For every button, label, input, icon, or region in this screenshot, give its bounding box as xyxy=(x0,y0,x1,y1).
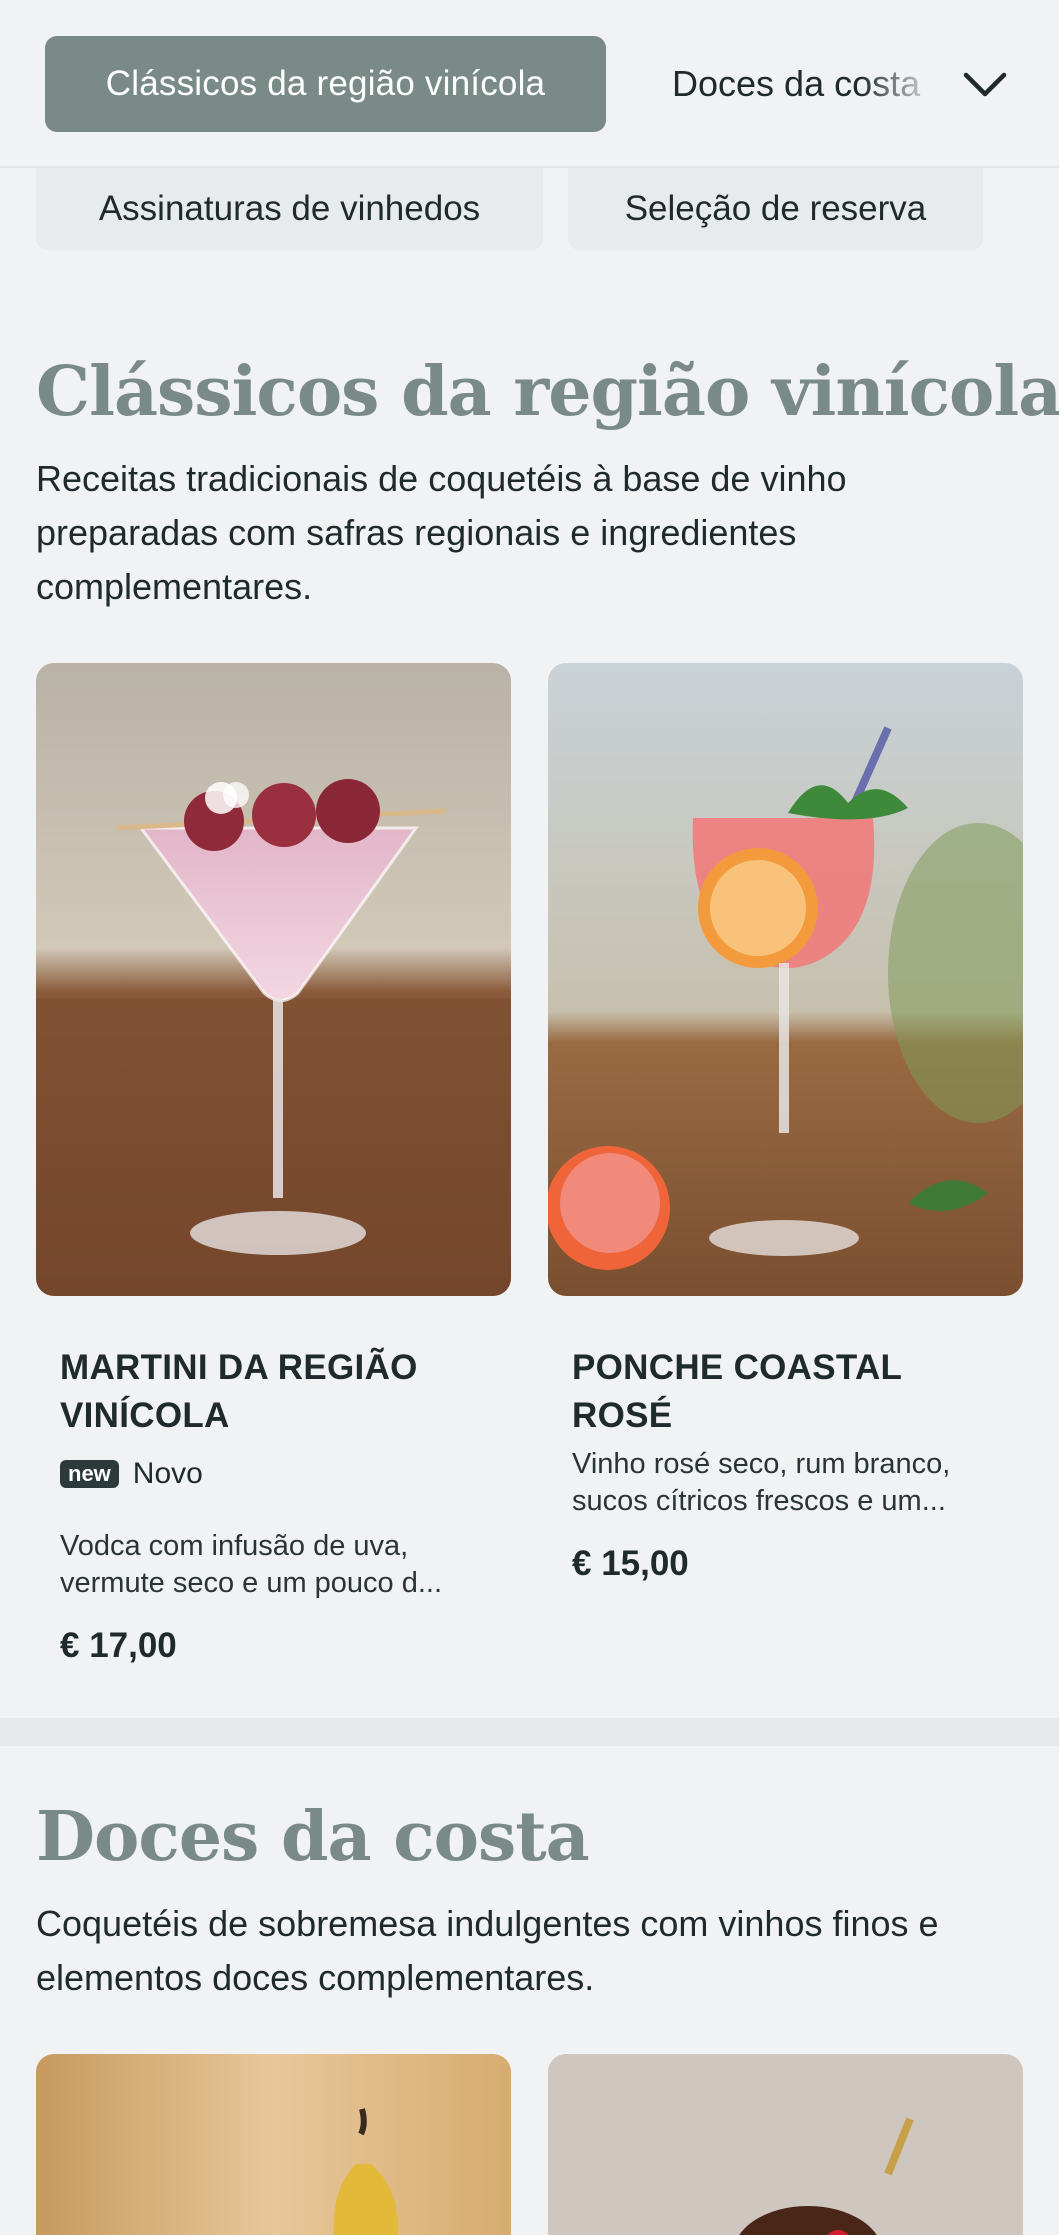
category-nav: Clássicos da região vinícola Doces da co… xyxy=(0,0,1059,168)
section-title: Doces da costa xyxy=(36,1797,590,1877)
product-image-martini[interactable] xyxy=(36,663,511,1296)
product-name[interactable]: MARTINI DA REGIÃO VINÍCOLA xyxy=(60,1344,480,1440)
product-name[interactable]: PONCHE COASTAL ROSÉ xyxy=(572,1344,992,1440)
section-divider xyxy=(0,1718,1059,1746)
chip-fade-overlay xyxy=(860,36,960,132)
product-description: Vodca com infusão de uva, vermute seco e… xyxy=(60,1530,443,1599)
section-description: Coquetéis de sobremesa indulgentes com v… xyxy=(36,1903,939,1998)
category-chip-active[interactable]: Clássicos da região vinícola xyxy=(45,36,606,132)
product-image-pear[interactable] xyxy=(36,2054,511,2235)
new-badge-label: Novo xyxy=(132,1457,203,1490)
product-image-chocolate[interactable] xyxy=(548,2054,1023,2235)
category-chip-vinhedos[interactable]: Assinaturas de vinhedos xyxy=(36,168,543,250)
section-title: Clássicos da região vinícola xyxy=(36,352,1059,432)
new-badge: new xyxy=(60,1460,119,1488)
section-description: Receitas tradicionais de coquetéis à bas… xyxy=(36,458,847,607)
product-image-ponche[interactable] xyxy=(548,663,1023,1296)
product-description: Vinho rosé seco, rum branco, sucos cítri… xyxy=(572,1448,951,1517)
chevron-down-icon[interactable] xyxy=(960,60,1010,110)
category-chip-reserva[interactable]: Seleção de reserva xyxy=(568,168,983,250)
product-price: € 17,00 xyxy=(60,1626,177,1665)
product-price: € 15,00 xyxy=(572,1544,689,1583)
new-badge-row: new Novo xyxy=(60,1457,203,1491)
